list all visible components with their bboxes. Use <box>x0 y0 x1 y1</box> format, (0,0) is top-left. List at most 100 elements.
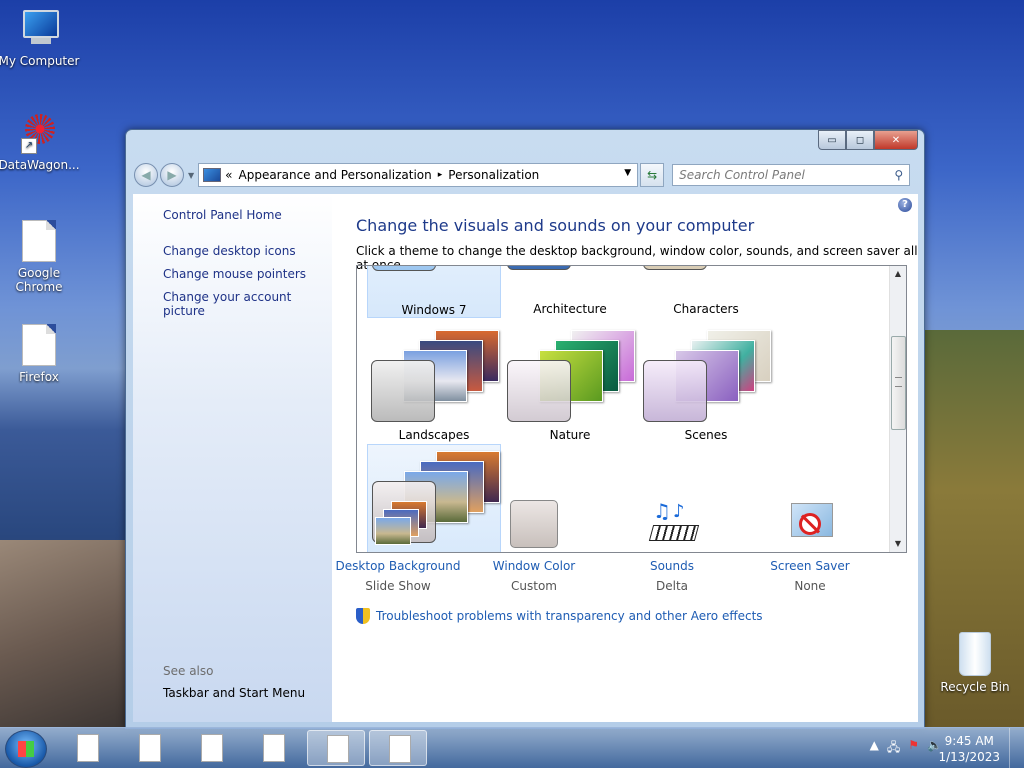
show-hidden-icon[interactable]: ▲ <box>870 738 879 759</box>
sounds-icon: ♫ ♪ <box>647 499 700 549</box>
network-icon[interactable]: 🖧 <box>887 738 900 759</box>
troubleshoot-text[interactable]: Troubleshoot problems with transparency … <box>376 609 763 623</box>
desktop-wallpaper-rocks <box>0 540 130 730</box>
breadcrumb-separator-icon[interactable]: ▸ <box>438 170 443 180</box>
setting-name[interactable]: Screen Saver <box>740 559 880 573</box>
file-icon <box>77 734 99 762</box>
clock[interactable]: 9:45 AM 1/13/2023 <box>938 733 1000 765</box>
troubleshoot-link[interactable]: Troubleshoot problems with transparency … <box>356 608 763 624</box>
desktop-icon-firefox[interactable]: Firefox <box>0 324 81 384</box>
taskbar-button-4[interactable] <box>244 730 302 766</box>
scroll-up-icon[interactable]: ▲ <box>890 266 906 282</box>
theme-architecture[interactable]: Architecture <box>503 266 637 318</box>
theme-landscapes[interactable]: Landscapes <box>367 324 501 444</box>
theme-swatch <box>507 266 571 270</box>
screen-saver-setting[interactable]: Screen Saver None <box>740 499 880 593</box>
uac-shield-icon <box>356 608 370 624</box>
file-icon <box>327 735 349 763</box>
theme-gallery-scrollbar[interactable]: ▲ ▼ <box>889 266 906 552</box>
search-placeholder: Search Control Panel <box>679 168 805 182</box>
setting-name[interactable]: Sounds <box>602 559 742 573</box>
close-button[interactable]: ✕ <box>874 130 918 150</box>
refresh-button[interactable]: ⇆ <box>640 163 665 187</box>
maximize-button[interactable]: ◻ <box>846 130 874 150</box>
setting-value: Delta <box>655 579 688 593</box>
start-button[interactable] <box>5 730 47 768</box>
theme-characters[interactable]: Characters <box>639 266 773 318</box>
taskbar-button-5[interactable] <box>307 730 365 766</box>
sounds-setting[interactable]: ♫ ♪ Sounds Delta <box>602 499 742 593</box>
back-arrow-icon: ◀ <box>141 168 151 182</box>
personalization-window: ▭ ◻ ✕ ◀ ▶ ▼ « Appearance and Personaliza… <box>125 129 925 729</box>
show-desktop-button[interactable] <box>1009 728 1024 768</box>
file-icon <box>139 734 161 762</box>
desktop-icon-my-computer[interactable]: My Computer <box>0 10 81 68</box>
forward-arrow-icon: ▶ <box>167 168 177 182</box>
taskbar-button-1[interactable] <box>58 730 116 766</box>
back-button[interactable]: ◀ <box>134 163 158 187</box>
taskbar-button-personalization[interactable] <box>369 730 427 766</box>
scroll-thumb[interactable] <box>891 336 906 430</box>
setting-name[interactable]: Window Color <box>464 559 604 573</box>
desktop-icon-label: Recycle Bin <box>940 680 1010 694</box>
datawagon-shortcut-icon: ↗ <box>19 114 59 154</box>
theme-swatch <box>371 360 435 422</box>
main-panel: ? Change the visuals and sounds on your … <box>332 194 918 722</box>
theme-label: Windows 7 <box>401 303 467 317</box>
refresh-icon: ⇆ <box>647 168 658 182</box>
theme-swatch <box>643 266 707 270</box>
window-color-setting[interactable]: Window Color Custom <box>464 499 604 593</box>
search-icon[interactable]: ⚲ <box>894 168 903 182</box>
sidebar-link-mouse-pointers[interactable]: Change mouse pointers <box>163 267 306 281</box>
address-dropdown-icon[interactable]: ▼ <box>624 168 631 178</box>
taskbar: ▲ 🖧 ⚑ 🔈 9:45 AM 1/13/2023 <box>0 727 1024 768</box>
desktop-background-setting[interactable]: Desktop Background Slide Show <box>328 499 468 593</box>
sidebar-link-desktop-icons[interactable]: Change desktop icons <box>163 244 296 258</box>
theme-swatch <box>507 360 571 422</box>
desktop-icon-label: Google Chrome <box>15 266 63 294</box>
theme-windows-7[interactable]: Windows 7 ☝ <box>367 266 501 318</box>
theme-swatch <box>643 360 707 422</box>
file-icon <box>389 735 411 763</box>
file-icon <box>263 734 285 762</box>
recent-pages-dropdown[interactable]: ▼ <box>188 171 194 180</box>
file-icon <box>22 220 56 262</box>
theme-scenes[interactable]: Scenes <box>639 324 773 444</box>
clock-date: 1/13/2023 <box>938 750 1000 764</box>
desktop-background-icon <box>373 499 427 549</box>
control-panel-icon <box>203 168 222 182</box>
minimize-button[interactable]: ▭ <box>818 130 846 150</box>
sidebar-link-control-panel-home[interactable]: Control Panel Home <box>163 208 282 222</box>
scroll-down-icon[interactable]: ▼ <box>890 536 906 552</box>
see-also-heading: See also <box>163 664 214 678</box>
desktop-icon-label: My Computer <box>0 54 80 68</box>
desktop-icon-recycle-bin[interactable]: Recycle Bin <box>933 632 1017 694</box>
taskbar-button-3[interactable] <box>182 730 240 766</box>
breadcrumb-overflow[interactable]: « <box>225 168 232 182</box>
forward-button[interactable]: ▶ <box>160 163 184 187</box>
sidebar: Control Panel Home Change desktop icons … <box>133 194 332 722</box>
sidebar-link-account-picture[interactable]: Change your account picture <box>163 290 332 318</box>
action-center-icon[interactable]: ⚑ <box>908 738 919 759</box>
breadcrumb-appearance[interactable]: Appearance and Personalization <box>239 168 432 182</box>
recycle-bin-icon <box>959 632 991 676</box>
address-bar[interactable]: « Appearance and Personalization ▸ Perso… <box>198 163 639 187</box>
setting-name[interactable]: Desktop Background <box>328 559 468 573</box>
desktop-icon-google-chrome[interactable]: Google Chrome <box>0 220 81 294</box>
desktop-icon-label: DataWagon... <box>0 158 80 172</box>
help-icon[interactable]: ? <box>898 198 912 212</box>
theme-nature[interactable]: Nature <box>503 324 637 444</box>
sidebar-link-taskbar-start-menu[interactable]: Taskbar and Start Menu <box>163 686 305 700</box>
window-color-icon <box>509 499 559 549</box>
page-title: Change the visuals and sounds on your co… <box>356 216 755 235</box>
setting-value: None <box>794 579 826 593</box>
search-input[interactable]: Search Control Panel ⚲ <box>672 164 911 186</box>
setting-value: Slide Show <box>365 579 431 593</box>
breadcrumb-personalization[interactable]: Personalization <box>448 168 539 182</box>
window-controls: ▭ ◻ ✕ <box>818 130 918 150</box>
theme-label: Landscapes <box>398 428 470 442</box>
desktop-icon-datawagon[interactable]: ↗ DataWagon... <box>0 114 81 172</box>
file-icon <box>22 324 56 366</box>
taskbar-button-2[interactable] <box>120 730 178 766</box>
theme-swatch <box>372 266 436 271</box>
